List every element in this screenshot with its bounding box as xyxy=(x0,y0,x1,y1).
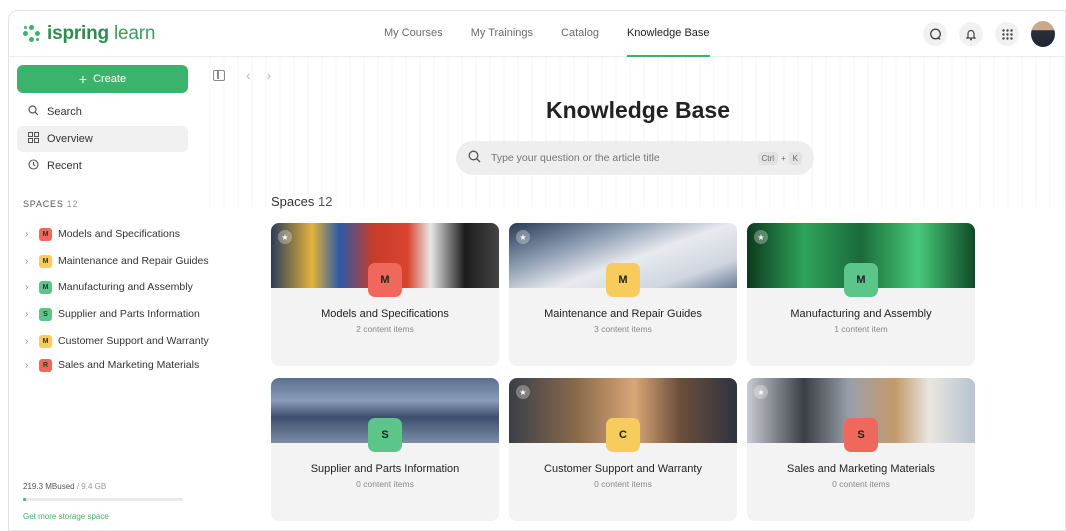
space-card[interactable]: ★ S Sales and Marketing Materials 0 cont… xyxy=(747,378,975,521)
space-label: Maintenance and Repair Guides xyxy=(58,255,209,267)
storage-progress-bar xyxy=(23,498,183,501)
storage-progress-fill xyxy=(23,498,27,501)
card-count: 3 content items xyxy=(594,324,652,334)
chevron-right-icon[interactable]: › xyxy=(25,256,33,267)
space-badge: S xyxy=(39,307,52,321)
create-button[interactable]: + Create xyxy=(17,65,188,93)
sidebar-space-item[interactable]: › M Customer Support and Warranty xyxy=(25,332,209,350)
star-icon[interactable]: ★ xyxy=(754,230,768,244)
sidebar-item-overview[interactable]: Overview xyxy=(17,126,188,152)
get-more-storage-link[interactable]: Get more storage space xyxy=(23,512,109,521)
sidebar-space-item[interactable]: › M Manufacturing and Assembly xyxy=(25,278,193,296)
chevron-right-icon[interactable]: › xyxy=(25,282,33,293)
sidebar-item-label: Recent xyxy=(47,160,82,172)
card-count: 0 content items xyxy=(356,479,414,489)
top-header: ispring learn My Courses My Trainings Ca… xyxy=(9,11,1065,57)
star-icon[interactable]: ★ xyxy=(754,385,768,399)
main-nav: My Courses My Trainings Catalog Knowledg… xyxy=(384,11,710,57)
space-label: Sales and Marketing Materials xyxy=(58,359,200,371)
search-icon xyxy=(27,105,39,119)
chevron-right-icon[interactable]: › xyxy=(25,229,33,240)
space-badge: M xyxy=(39,227,52,241)
chevron-right-icon[interactable]: › xyxy=(25,309,33,320)
space-badge: M xyxy=(606,263,640,297)
card-count: 0 content items xyxy=(832,479,890,489)
card-count: 2 content items xyxy=(356,324,414,334)
space-badge: C xyxy=(606,418,640,452)
space-label: Customer Support and Warranty xyxy=(58,335,209,347)
hero-background xyxy=(209,57,1065,207)
space-badge: S xyxy=(368,418,402,452)
sidebar-item-label: Search xyxy=(47,106,82,118)
header-actions xyxy=(923,21,1055,47)
star-icon[interactable]: ★ xyxy=(278,230,292,244)
search-icon xyxy=(468,150,481,166)
avatar[interactable] xyxy=(1031,21,1055,47)
space-label: Manufacturing and Assembly xyxy=(58,281,193,293)
nav-knowledge-base[interactable]: Knowledge Base xyxy=(626,11,710,57)
space-badge: M xyxy=(844,263,878,297)
nav-my-trainings[interactable]: My Trainings xyxy=(471,11,533,57)
space-badge: M xyxy=(39,280,52,294)
star-icon[interactable]: ★ xyxy=(516,230,530,244)
space-badge: M xyxy=(39,334,52,348)
spaces-header: SPACES 12 xyxy=(23,199,79,209)
clock-icon xyxy=(27,159,39,173)
search-bar[interactable]: Ctrl+K xyxy=(456,141,814,175)
chat-icon[interactable] xyxy=(923,22,947,46)
overview-grid-icon xyxy=(27,132,39,146)
storage-usage: 219.3 MBused / 9.4 GB xyxy=(23,482,107,491)
apps-grid-icon[interactable] xyxy=(995,22,1019,46)
sidebar: + Create Search Overview Recent SPACES 12… xyxy=(9,57,209,530)
space-card[interactable]: ★ C Customer Support and Warranty 0 cont… xyxy=(509,378,737,521)
sidebar-space-item[interactable]: › R Sales and Marketing Materials xyxy=(25,356,199,374)
space-card[interactable]: ★ M Models and Specifications 2 content … xyxy=(271,223,499,366)
logo-icon xyxy=(23,25,41,43)
space-label: Models and Specifications xyxy=(58,228,180,240)
spaces-section-title: Spaces 12 xyxy=(271,194,333,209)
keyboard-shortcut: Ctrl + K xyxy=(757,151,802,165)
page-title: Knowledge Base xyxy=(545,97,731,123)
create-label: Create xyxy=(93,73,127,85)
space-card[interactable]: ★ M Maintenance and Repair Guides 3 cont… xyxy=(509,223,737,366)
back-arrow-icon[interactable]: ‹ xyxy=(246,67,267,83)
space-card[interactable]: S Supplier and Parts Information 0 conte… xyxy=(271,378,499,521)
sidebar-space-item[interactable]: › M Models and Specifications xyxy=(25,225,180,243)
space-badge: M xyxy=(39,254,52,268)
card-title: Supplier and Parts Information xyxy=(310,463,460,475)
card-title: Models and Specifications xyxy=(321,308,449,320)
sidebar-toggle-icon[interactable] xyxy=(213,70,225,81)
space-badge: M xyxy=(368,263,402,297)
card-count: 1 content item xyxy=(834,324,888,334)
sidebar-item-label: Overview xyxy=(47,133,93,145)
main-content: ‹› Knowledge Base Ctrl+K Spaces 12 ★ M M… xyxy=(209,57,1065,530)
card-title: Sales and Marketing Materials xyxy=(787,463,935,475)
history-nav: ‹› xyxy=(246,67,287,83)
sidebar-space-item[interactable]: › S Supplier and Parts Information xyxy=(25,305,200,323)
logo-text: ispring learn xyxy=(47,23,156,44)
card-count: 0 content items xyxy=(594,479,652,489)
sidebar-space-item[interactable]: › M Maintenance and Repair Guides xyxy=(25,252,209,270)
logo[interactable]: ispring learn xyxy=(23,23,155,45)
card-title: Maintenance and Repair Guides xyxy=(544,308,702,320)
plus-icon: + xyxy=(78,71,88,87)
star-icon[interactable]: ★ xyxy=(516,385,530,399)
card-title: Manufacturing and Assembly xyxy=(790,308,932,320)
chevron-right-icon[interactable]: › xyxy=(25,360,33,371)
card-title: Customer Support and Warranty xyxy=(544,463,702,475)
sidebar-item-search[interactable]: Search xyxy=(17,99,188,125)
space-label: Supplier and Parts Information xyxy=(58,308,200,320)
nav-my-courses[interactable]: My Courses xyxy=(384,11,443,57)
app-window: ispring learn My Courses My Trainings Ca… xyxy=(8,10,1066,531)
chevron-right-icon[interactable]: › xyxy=(25,336,33,347)
nav-catalog[interactable]: Catalog xyxy=(561,11,599,57)
forward-arrow-icon[interactable]: › xyxy=(267,67,288,83)
space-badge: R xyxy=(39,358,52,372)
sidebar-item-recent[interactable]: Recent xyxy=(17,153,188,179)
space-card[interactable]: ★ M Manufacturing and Assembly 1 content… xyxy=(747,223,975,366)
space-badge: S xyxy=(844,418,878,452)
search-input[interactable] xyxy=(491,152,748,164)
bell-icon[interactable] xyxy=(959,22,983,46)
